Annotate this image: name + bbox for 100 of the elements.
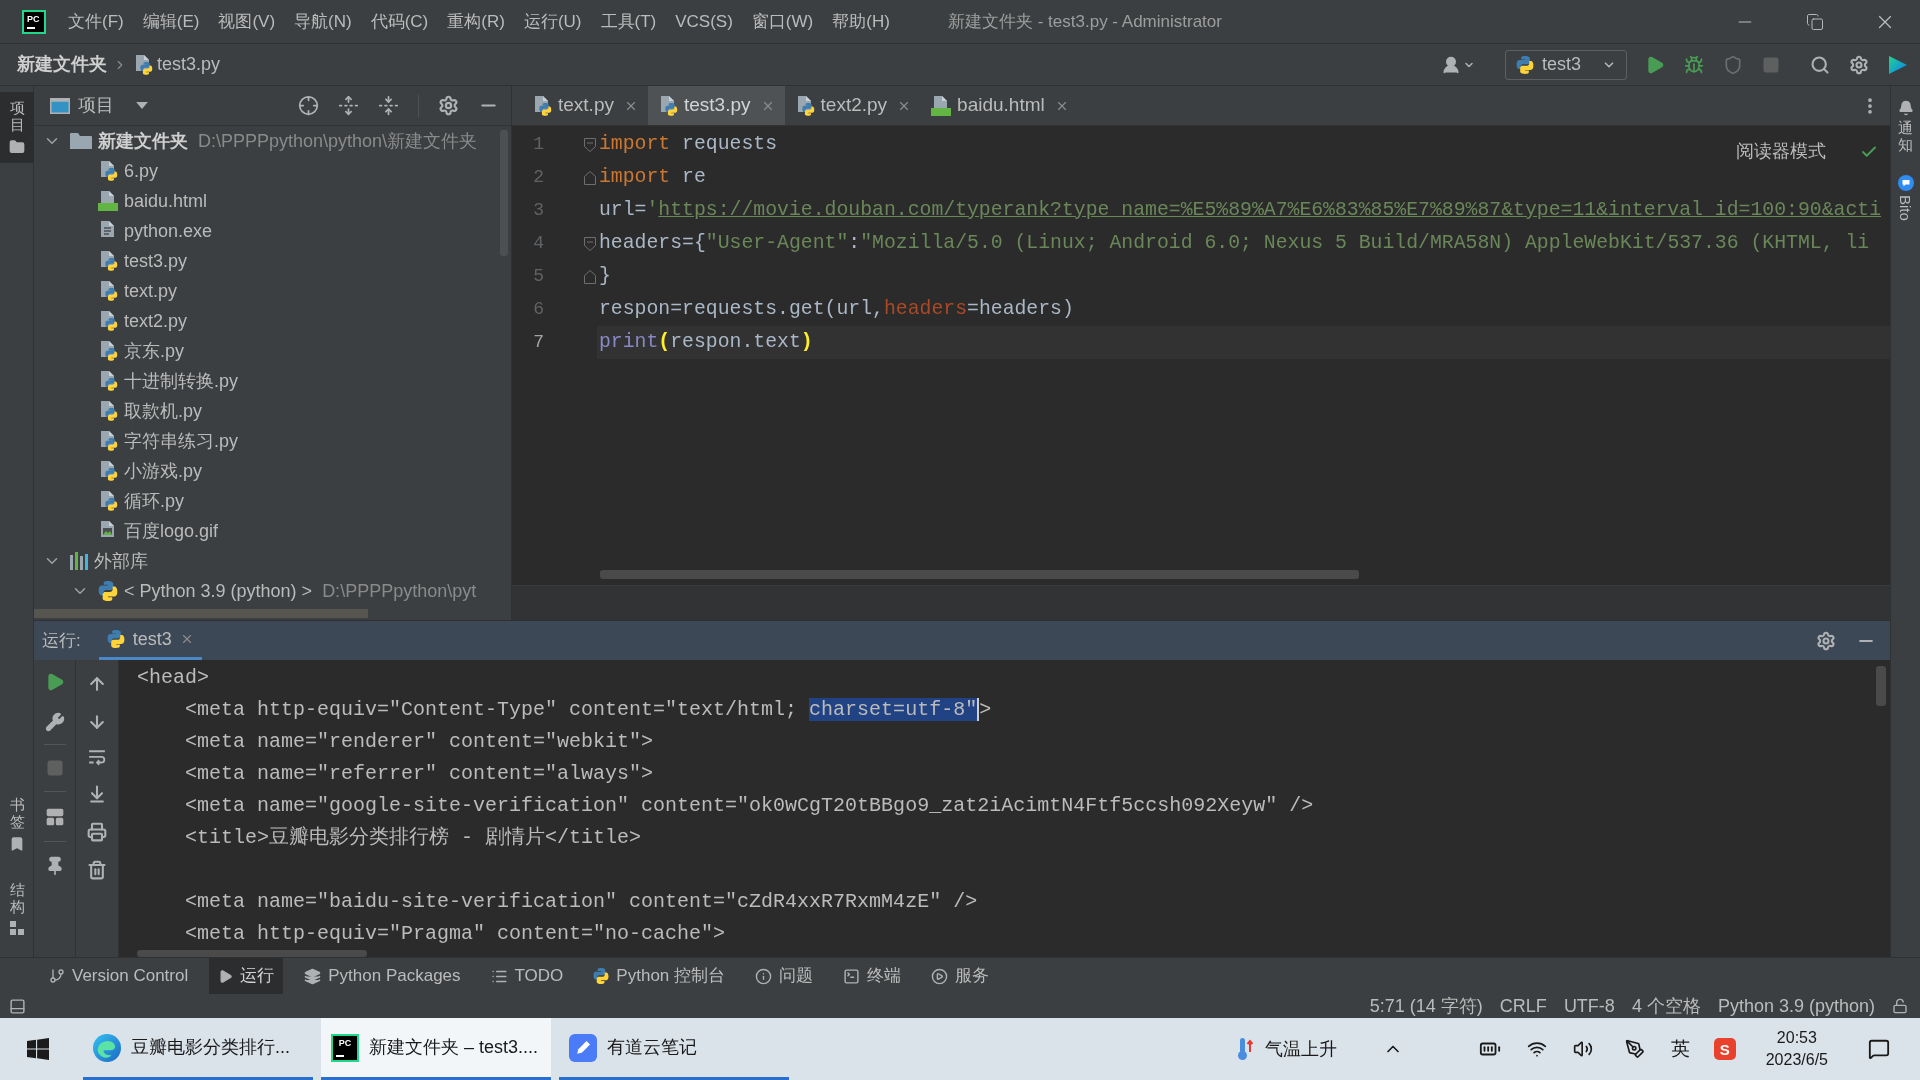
- menu-item[interactable]: 重构(R): [447, 8, 505, 35]
- soft-wrap-icon[interactable]: [88, 750, 106, 766]
- editor-tab[interactable]: text.py: [522, 86, 648, 125]
- arrow-up-icon[interactable]: [87, 674, 107, 694]
- tree-item-label[interactable]: 取款机.py: [124, 397, 202, 425]
- notifications-tab[interactable]: 通知: [1897, 100, 1914, 153]
- tree-item-label[interactable]: 小游戏.py: [124, 457, 202, 485]
- tree-item-label[interactable]: python.exe: [124, 217, 213, 245]
- tree-item-label[interactable]: text2.py: [124, 307, 188, 335]
- settings-icon[interactable]: [438, 95, 459, 116]
- editor-tab[interactable]: text2.py: [784, 86, 922, 125]
- menu-item[interactable]: 视图(V): [218, 8, 276, 35]
- tree-item-label[interactable]: 6.py: [124, 157, 159, 185]
- reader-mode-button[interactable]: 阅读器模式: [1736, 138, 1826, 165]
- python-file-icon: [98, 461, 118, 481]
- tool-window-button[interactable]: Python Packages: [295, 958, 470, 994]
- input-language[interactable]: 英: [1670, 1034, 1690, 1064]
- logo-icon[interactable]: [1888, 54, 1908, 75]
- locate-icon[interactable]: [298, 95, 319, 116]
- restore-icon[interactable]: [1806, 12, 1824, 31]
- tree-item-label[interactable]: 十进制转换.py: [124, 367, 238, 395]
- wifi-icon[interactable]: [1526, 1039, 1547, 1059]
- run-icon[interactable]: [1645, 54, 1665, 75]
- lock-icon[interactable]: [1892, 998, 1908, 1014]
- expand-all-icon[interactable]: [338, 95, 359, 116]
- horizontal-scrollbar[interactable]: [600, 570, 1359, 579]
- run-configuration-dropdown[interactable]: test3: [1505, 49, 1627, 80]
- tree-item-label[interactable]: text.py: [124, 277, 178, 305]
- taskbar-app[interactable]: 豆瓣电影分类排行...: [83, 1018, 313, 1080]
- debug-icon[interactable]: [1684, 54, 1704, 75]
- taskbar-app[interactable]: 有道云笔记: [559, 1018, 789, 1080]
- status-item[interactable]: 4 个空格: [1631, 994, 1701, 1018]
- editor-tab[interactable]: baidu.html: [921, 86, 1079, 125]
- tree-item-label[interactable]: 新建文件夹: [98, 127, 188, 155]
- clock-time[interactable]: 20:53: [1776, 1027, 1817, 1049]
- tool-window-tab[interactable]: 结构: [0, 874, 34, 943]
- menu-item[interactable]: 导航(N): [294, 8, 352, 35]
- thermometer-icon[interactable]: [1236, 1037, 1253, 1061]
- tool-window-button[interactable]: 问题: [746, 958, 822, 994]
- settings-icon[interactable]: [1849, 54, 1869, 75]
- arrow-down-icon[interactable]: [87, 712, 107, 732]
- fold-marker-icon[interactable]: [584, 137, 596, 152]
- taskbar-app[interactable]: PC 新建文件夹 – test3....: [321, 1018, 551, 1080]
- view-dropdown[interactable]: 项目: [50, 92, 148, 119]
- status-item[interactable]: UTF-8: [1563, 994, 1615, 1018]
- status-item[interactable]: CRLF: [1499, 994, 1547, 1018]
- tree-item-label[interactable]: 字符串练习.py: [124, 427, 238, 455]
- tree-item-label[interactable]: 循环.py: [124, 487, 184, 515]
- fold-end-marker-icon[interactable]: [584, 269, 596, 284]
- tool-window-tab[interactable]: 书签: [0, 789, 34, 860]
- menu-item[interactable]: 代码(C): [370, 8, 429, 35]
- tool-window-button[interactable]: 终端: [834, 958, 910, 994]
- tool-window-tab[interactable]: 项目: [0, 92, 34, 163]
- vertical-scrollbar[interactable]: [1876, 666, 1886, 706]
- settings-icon[interactable]: [1816, 630, 1836, 651]
- breadcrumb[interactable]: test3.py: [157, 51, 221, 78]
- tool-window-button[interactable]: TODO: [481, 958, 573, 994]
- menu-item[interactable]: 运行(U): [523, 8, 582, 35]
- tool-window-button[interactable]: Python 控制台: [584, 958, 734, 994]
- menu-item[interactable]: 编辑(E): [142, 8, 200, 35]
- print-icon[interactable]: [87, 822, 107, 842]
- collapse-all-icon[interactable]: [378, 95, 399, 116]
- fold-marker-icon[interactable]: [584, 236, 596, 251]
- tool-window-button[interactable]: Version Control: [40, 958, 198, 994]
- tool-window-button[interactable]: 运行: [209, 958, 284, 994]
- tree-item-label[interactable]: 京东.py: [124, 337, 184, 365]
- clock-date[interactable]: 2023/6/5: [1765, 1049, 1828, 1071]
- menu-item[interactable]: 文件(F): [68, 8, 124, 35]
- input-method-logo[interactable]: S: [1713, 1038, 1736, 1060]
- tree-item-label[interactable]: baidu.html: [124, 187, 208, 215]
- horizontal-scrollbar[interactable]: [34, 609, 368, 618]
- menu-item[interactable]: VCS(S): [675, 8, 733, 35]
- tool-window-button[interactable]: 服务: [922, 958, 998, 994]
- notification-icon[interactable]: [1868, 1038, 1890, 1060]
- pen-icon[interactable]: [1624, 1039, 1645, 1059]
- wrench-icon[interactable]: [44, 712, 65, 732]
- start-menu-icon[interactable]: [27, 1038, 49, 1060]
- panel-toggle-icon[interactable]: [9, 997, 26, 1015]
- menu-item[interactable]: 窗口(W): [751, 8, 814, 35]
- tree-item-label[interactable]: 外部库: [94, 547, 148, 575]
- tree-item-label[interactable]: 百度logo.gif: [124, 517, 219, 545]
- status-item[interactable]: 5:71 (14 字符): [1369, 994, 1483, 1018]
- fold-end-marker-icon[interactable]: [584, 170, 596, 185]
- user-icon[interactable]: [1441, 54, 1461, 75]
- layout-icon[interactable]: [44, 807, 65, 827]
- branch-icon: [49, 968, 65, 984]
- trash-icon[interactable]: [87, 860, 107, 880]
- plugin-tab[interactable]: Bito: [1897, 175, 1914, 221]
- horizontal-scrollbar[interactable]: [137, 950, 367, 957]
- menu-item[interactable]: 工具(T): [600, 8, 657, 35]
- editor-tab[interactable]: test3.py: [648, 86, 785, 125]
- menu-item[interactable]: 帮助(H): [832, 8, 890, 35]
- tree-item-label[interactable]: test3.py: [124, 247, 188, 275]
- search-icon[interactable]: [1810, 54, 1830, 75]
- status-item[interactable]: Python 3.9 (python): [1717, 994, 1875, 1018]
- tree-item-label[interactable]: < Python 3.9 (python) >: [124, 577, 313, 605]
- volume-icon[interactable]: [1572, 1039, 1593, 1059]
- breadcrumb[interactable]: 新建文件夹: [17, 51, 107, 78]
- scroll-to-end-icon[interactable]: [87, 784, 107, 804]
- weather-text[interactable]: 气温上升: [1264, 1035, 1337, 1063]
